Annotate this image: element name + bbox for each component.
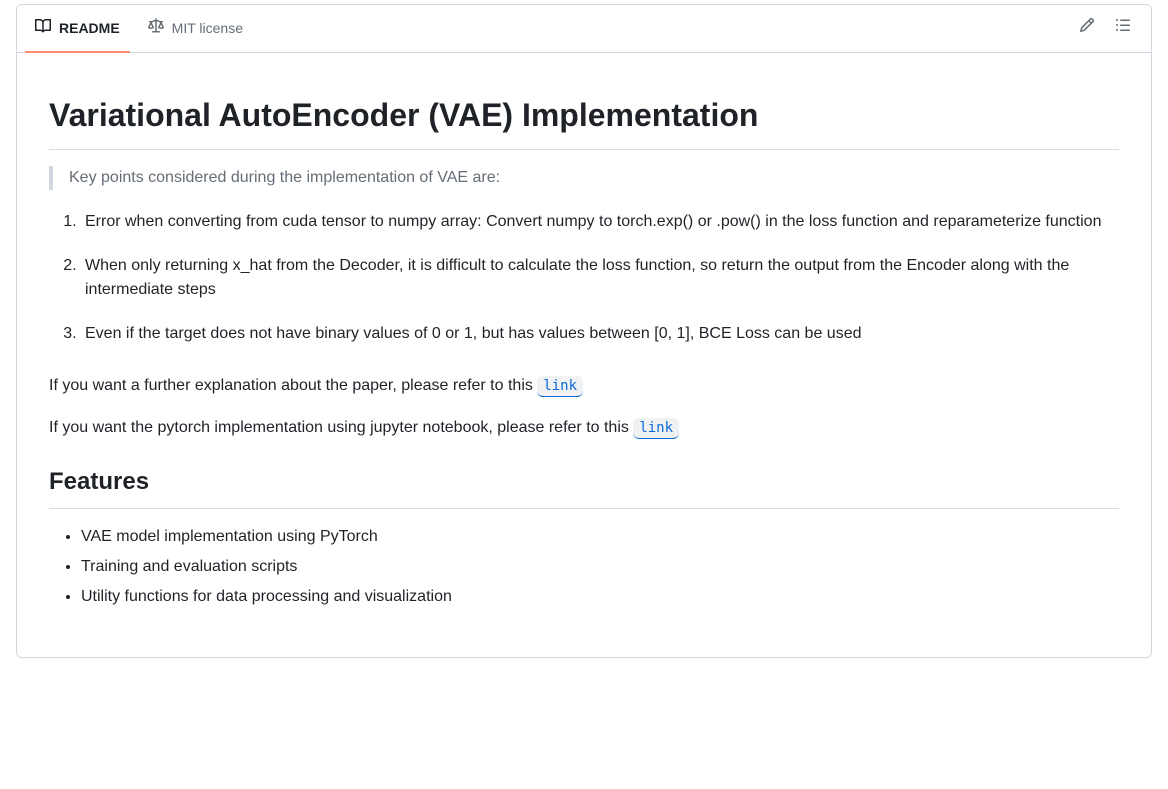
list-item: Error when converting from cuda tensor t…: [81, 210, 1119, 234]
tab-readme-label: README: [59, 18, 120, 39]
features-heading: Features: [49, 464, 1119, 509]
list-item: When only returning x_hat from the Decod…: [81, 254, 1119, 302]
keypoints-list: Error when converting from cuda tensor t…: [49, 210, 1119, 346]
outline-button[interactable]: [1107, 13, 1139, 45]
markdown-body: Variational AutoEncoder (VAE) Implementa…: [17, 53, 1151, 657]
paper-link[interactable]: link: [537, 376, 583, 397]
paragraph-notebook-link: If you want the pytorch implementation u…: [49, 416, 1119, 440]
book-icon: [35, 18, 51, 40]
pencil-icon: [1079, 17, 1095, 41]
law-icon: [148, 18, 164, 40]
paragraph-paper-link: If you want a further explanation about …: [49, 374, 1119, 398]
list-unordered-icon: [1115, 17, 1131, 41]
edit-button[interactable]: [1071, 13, 1103, 45]
paragraph-text: If you want a further explanation about …: [49, 377, 537, 394]
tabs-right: [1071, 13, 1143, 45]
page-title: Variational AutoEncoder (VAE) Implementa…: [49, 91, 1119, 150]
tabs-row: README MIT license: [17, 5, 1151, 53]
blockquote: Key points considered during the impleme…: [49, 166, 1119, 190]
tabs-left: README MIT license: [25, 5, 253, 52]
blockquote-text: Key points considered during the impleme…: [69, 166, 1103, 190]
readme-box: README MIT license: [16, 4, 1152, 658]
notebook-link[interactable]: link: [633, 418, 679, 439]
list-item: Training and evaluation scripts: [81, 555, 1119, 579]
tab-readme[interactable]: README: [25, 5, 130, 52]
list-item: VAE model implementation using PyTorch: [81, 525, 1119, 549]
features-list: VAE model implementation using PyTorch T…: [49, 525, 1119, 609]
tab-license[interactable]: MIT license: [138, 5, 253, 52]
tab-license-label: MIT license: [172, 18, 243, 39]
list-item: Even if the target does not have binary …: [81, 322, 1119, 346]
list-item: Utility functions for data processing an…: [81, 585, 1119, 609]
paragraph-text: If you want the pytorch implementation u…: [49, 419, 633, 436]
